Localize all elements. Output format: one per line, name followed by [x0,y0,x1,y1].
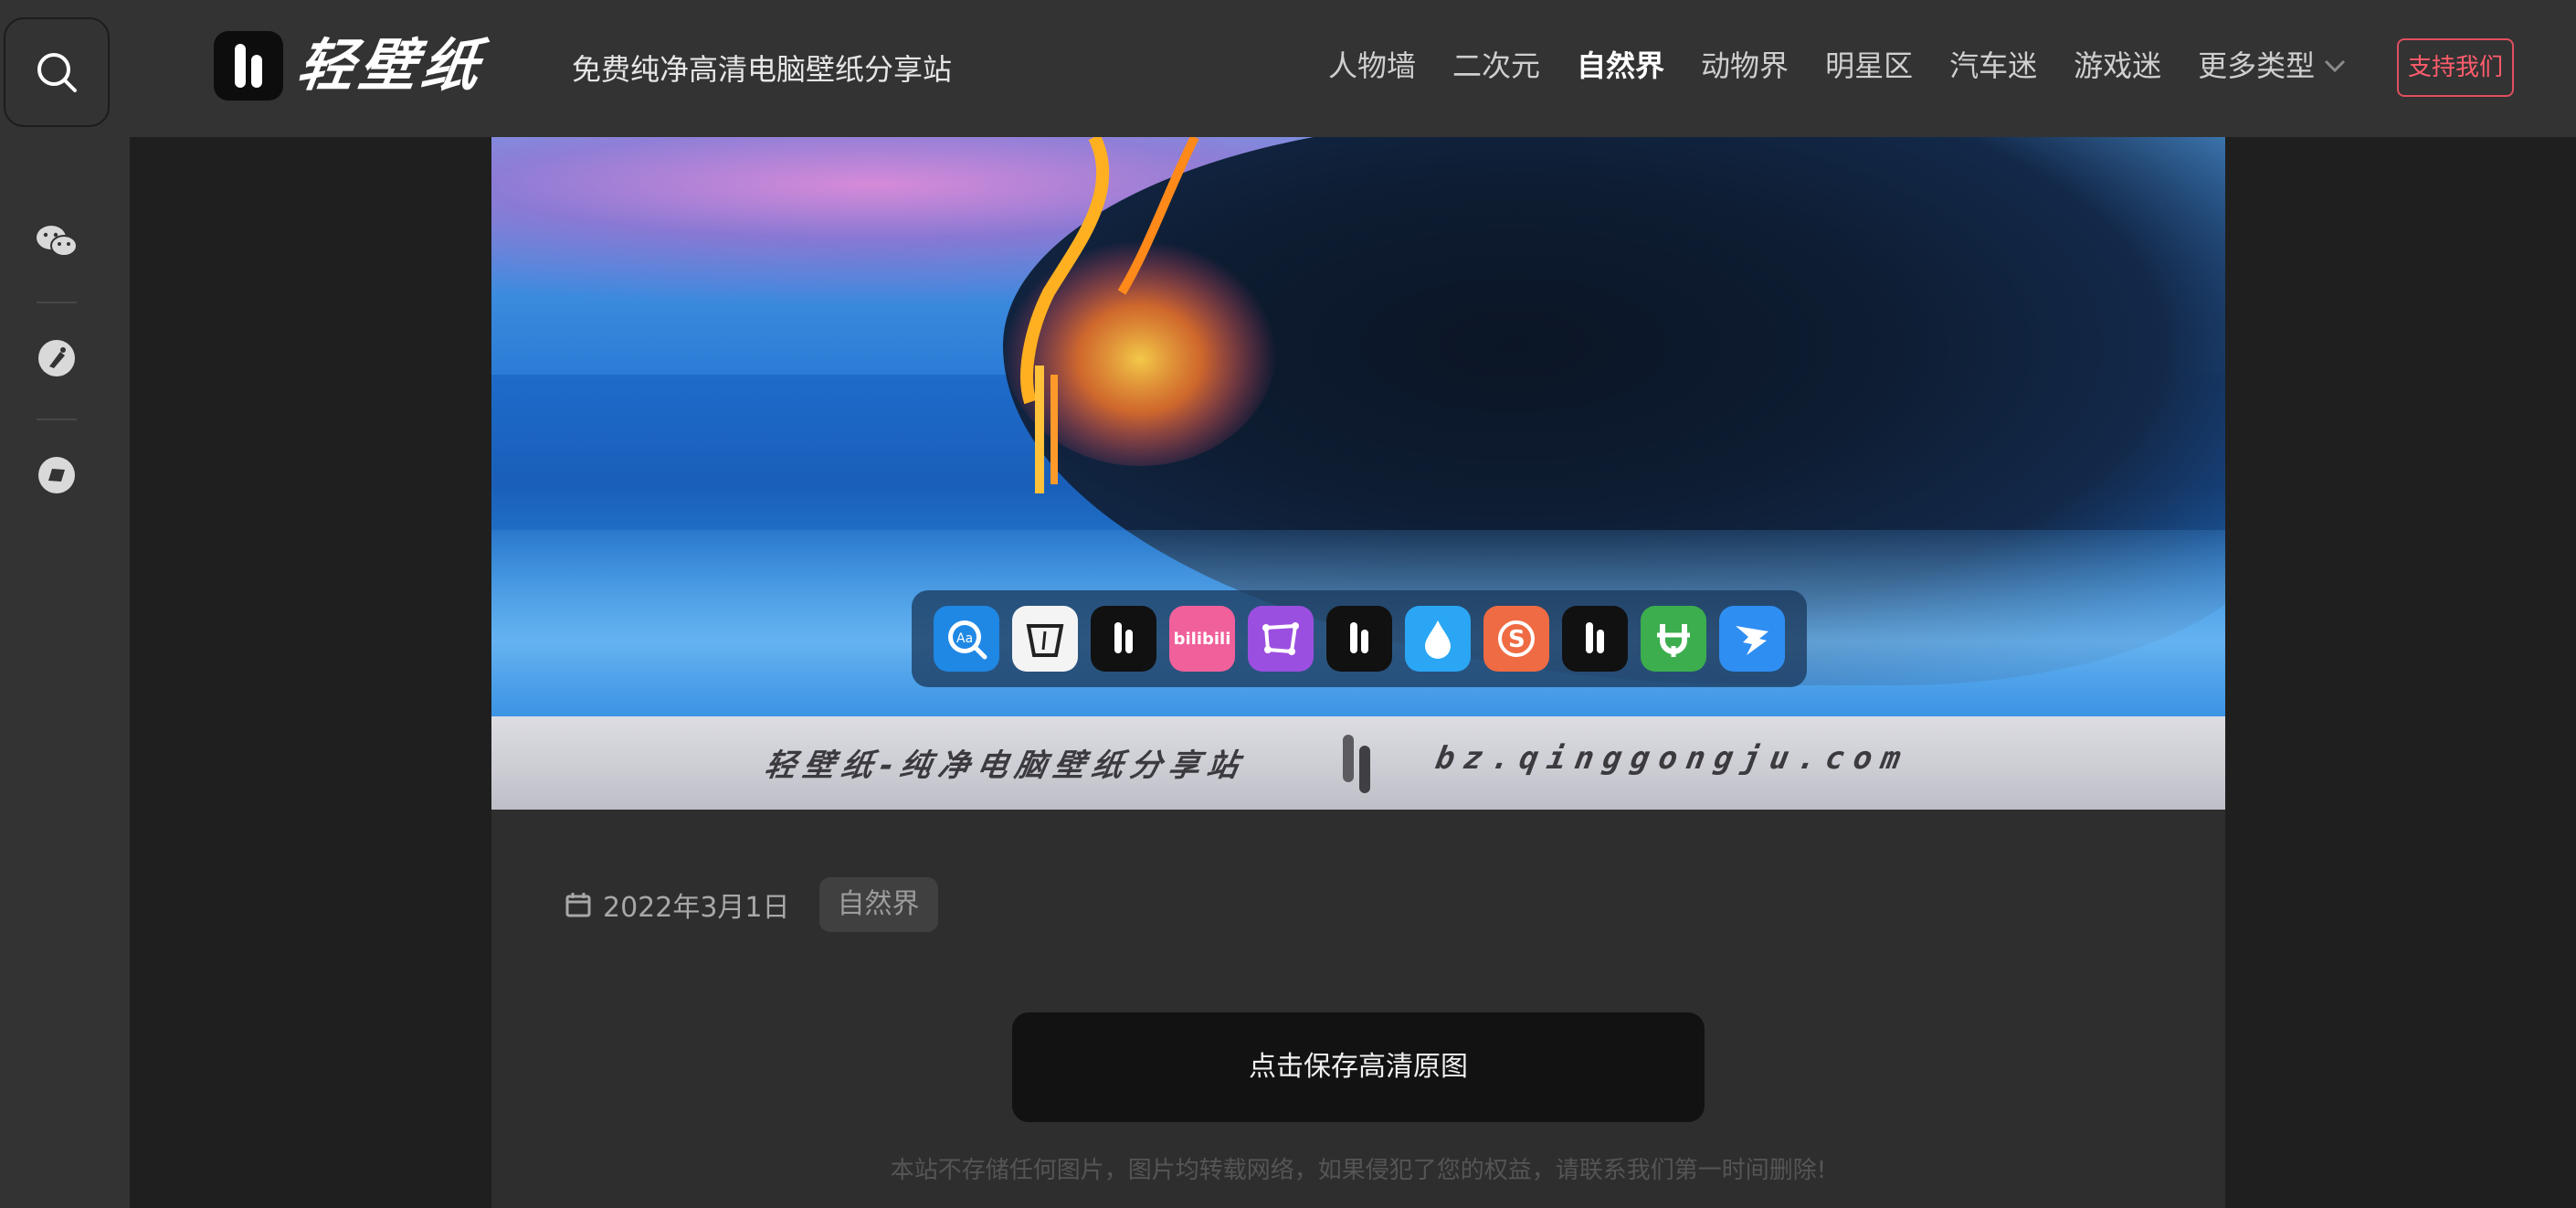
sports-button[interactable] [35,336,79,380]
nav-more-label: 更多类型 [2198,48,2316,83]
drop-app-icon[interactable] [1405,606,1471,672]
main-nav: 人物墙 二次元 自然界 动物界 明星区 汽车迷 游戏迷 更多类型 [1328,44,2348,88]
wechat-button[interactable] [35,219,79,263]
search-button[interactable] [4,17,110,127]
left-rail [0,0,130,1208]
app-dock: Aa bilibili S [912,590,1807,687]
banner-site-url: bz.qinggongju.com [1432,740,1913,777]
cup-app-icon[interactable] [1012,606,1078,672]
qingbizhi-app-icon-3[interactable] [1562,606,1628,672]
wallpaper-card: Aa bilibili S 轻壁纸-纯净电脑壁纸分享站 bz.qinggongj… [491,137,2225,1208]
category-tag[interactable]: 自然界 [818,877,938,932]
bilibili-app-icon[interactable]: bilibili [1169,606,1235,672]
nav-item-nature[interactable]: 自然界 [1577,44,1664,88]
nav-item-cars[interactable]: 汽车迷 [1949,44,2037,88]
nav-more-dropdown[interactable]: 更多类型 [2198,44,2348,88]
nav-item-games[interactable]: 游戏迷 [2074,44,2161,88]
qingbizhi-app-icon[interactable] [1091,606,1156,672]
logo-icon[interactable] [214,31,283,101]
nav-item-people[interactable]: 人物墙 [1328,44,1416,88]
s-app-icon[interactable]: S [1483,606,1549,672]
save-original-button[interactable]: 点击保存高清原图 [1012,1012,1705,1122]
compass-icon [38,457,75,493]
lava-illustration [1003,137,1277,493]
nav-item-stars[interactable]: 明星区 [1825,44,1913,88]
reader-app-icon[interactable]: Aa [934,606,999,672]
nav-item-animals[interactable]: 动物界 [1701,44,1789,88]
post-meta: 2022年3月1日 自然界 [565,877,938,932]
wallpaper-image[interactable]: Aa bilibili S [491,137,2225,716]
watermark-banner: 轻壁纸-纯净电脑壁纸分享站 bz.qinggongju.com [491,716,2225,810]
crop-app-icon[interactable] [1248,606,1314,672]
rail-divider [37,302,77,303]
qingbizhi-app-icon-2[interactable] [1326,606,1392,672]
wechat-icon [37,226,78,257]
svg-text:S: S [1508,626,1526,653]
site-tagline: 免费纯净高清电脑壁纸分享站 [572,52,953,87]
discover-button[interactable] [35,453,79,497]
svg-text:Aa: Aa [956,631,973,646]
site-header: 轻壁纸 免费纯净高清电脑壁纸分享站 人物墙 二次元 自然界 动物界 明星区 汽车… [130,0,2576,137]
green-app-icon[interactable] [1641,606,1706,672]
chevron-down-icon [2325,59,2346,73]
copyright-disclaimer: 本站不存储任何图片，图片均转载网络，如果侵犯了您的权益，请联系我们第一时间删除! [890,1157,1827,1184]
banner-site-name: 轻壁纸-纯净电脑壁纸分享站 [761,747,1250,784]
nav-item-anime[interactable]: 二次元 [1452,44,1540,88]
post-date-text: 2022年3月1日 [603,892,790,924]
rail-divider [37,419,77,420]
post-date: 2022年3月1日 [565,885,790,925]
support-us-button[interactable]: 支持我们 [2397,38,2514,97]
dingtalk-app-icon[interactable] [1719,606,1785,672]
search-icon [37,53,77,92]
logo-text[interactable]: 轻壁纸 [292,27,490,104]
calendar-icon [565,893,591,917]
banner-logo-icon [1341,733,1378,797]
badminton-icon [38,340,75,376]
